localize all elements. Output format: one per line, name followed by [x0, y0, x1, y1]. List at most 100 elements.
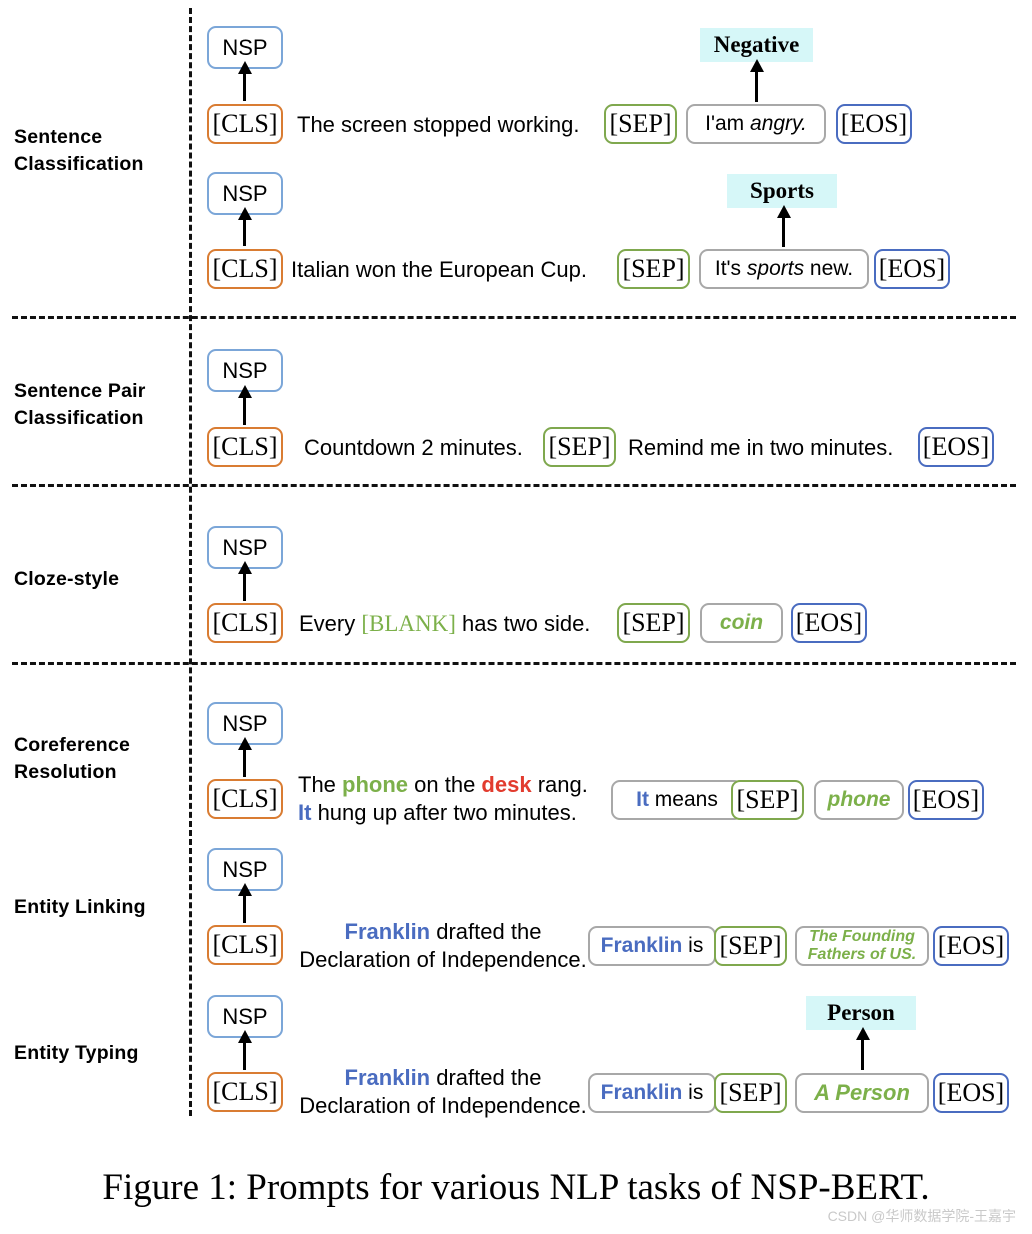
nsp-label: NSP — [222, 710, 268, 736]
premise-text: The screen stopped working. — [297, 112, 580, 137]
eos-label: [EOS] — [922, 432, 990, 462]
hypothesis-suffix: new. — [804, 256, 854, 280]
cls-box[interactable]: [CLS] — [207, 1072, 283, 1112]
premise-suffix: has two side. — [455, 611, 591, 636]
premise-line-2: Declaration of Independence. — [299, 947, 587, 972]
hypothesis-seg: is — [682, 1080, 704, 1104]
eos-box[interactable]: [EOS] — [874, 249, 950, 289]
hypothesis-text: I'am angry. — [705, 112, 807, 136]
premise-line-1: Franklin drafted the — [293, 1064, 593, 1092]
sep-box[interactable]: [SEP] — [714, 926, 787, 966]
sep-box[interactable]: [SEP] — [604, 104, 677, 144]
cls-box[interactable]: [CLS] — [207, 925, 283, 965]
task-label-line-1: Entity Typing — [14, 1042, 139, 1064]
hypothesis-text: It's sports new. — [715, 257, 853, 281]
premise-line-2: Declaration of Independence. — [299, 1093, 587, 1118]
section-divider-3 — [12, 662, 1016, 665]
eos-label: [EOS] — [937, 1078, 1005, 1108]
arrow-cls-to-nsp — [243, 72, 246, 101]
nsp-label: NSP — [222, 856, 268, 882]
sep-label: [SEP] — [609, 109, 672, 139]
sep-box[interactable]: [SEP] — [617, 603, 690, 643]
hypothesis-box[interactable]: Franklin is — [588, 1073, 716, 1113]
eos-box[interactable]: [EOS] — [918, 427, 994, 467]
hypothesis-text: Franklin is — [601, 934, 704, 958]
hypothesis-emphasis: angry. — [750, 111, 807, 135]
nsp-label: NSP — [222, 357, 268, 383]
premise-line-1: The phone on the desk rang. — [298, 771, 608, 799]
vertical-dashed-divider — [189, 8, 192, 1116]
eos-box[interactable]: [EOS] — [908, 780, 984, 820]
task-label-line-1: Cloze-style — [14, 568, 120, 590]
answer-box[interactable]: A Person — [795, 1073, 929, 1113]
sep-label: [SEP] — [719, 1078, 782, 1108]
premise-green-word: phone — [342, 772, 409, 797]
cls-box[interactable]: [CLS] — [207, 779, 283, 819]
task-label-line-2: Resolution — [14, 761, 117, 783]
premise-seg: hung up after two minutes. — [311, 800, 577, 825]
sep-label: [SEP] — [736, 785, 799, 815]
eos-box[interactable]: [EOS] — [933, 926, 1009, 966]
sep-box[interactable]: [SEP] — [714, 1073, 787, 1113]
hypothesis-box[interactable]: It means — [611, 780, 743, 820]
arrow-hypothesis-to-label — [782, 216, 785, 247]
cls-box[interactable]: [CLS] — [207, 249, 283, 289]
task-label-cloze-style: Cloze-style — [14, 566, 186, 593]
task-label-sentence-pair-classification: Sentence Pair Classification — [14, 378, 186, 432]
eos-box[interactable]: [EOS] — [791, 603, 867, 643]
answer-box[interactable]: phone — [814, 780, 904, 820]
hypothesis-seg: means — [648, 787, 718, 811]
sep-box[interactable]: [SEP] — [543, 427, 616, 467]
answer-text: A Person — [814, 1080, 910, 1106]
eos-label: [EOS] — [840, 109, 908, 139]
task-label-line-1: Coreference — [14, 734, 131, 756]
premise-line-2: It hung up after two minutes. — [298, 799, 608, 827]
premise-blue-word: Franklin — [344, 1065, 431, 1090]
nsp-label: NSP — [222, 1003, 268, 1029]
hypothesis-box[interactable]: Franklin is — [588, 926, 716, 966]
answer-label-chip: Sports — [727, 174, 837, 208]
premise-red-word: desk — [481, 772, 532, 797]
cls-box[interactable]: [CLS] — [207, 104, 283, 144]
arrow-cls-to-nsp — [243, 894, 246, 923]
sep-label: [SEP] — [622, 254, 685, 284]
hypothesis-prefix: It's — [714, 256, 747, 280]
premise-text: The phone on the desk rang. It hung up a… — [298, 771, 608, 827]
answer-label-chip: Negative — [700, 28, 813, 62]
cls-box[interactable]: [CLS] — [207, 427, 283, 467]
answer-label-chip: Person — [806, 996, 916, 1030]
hypothesis-box[interactable]: It's sports new. — [699, 249, 869, 289]
answer-box[interactable]: coin — [700, 603, 783, 643]
nsp-label: NSP — [222, 534, 268, 560]
answer-line-2: Fathers of US. — [807, 946, 917, 963]
sep-label: [SEP] — [719, 931, 782, 961]
sep-label: [SEP] — [622, 608, 685, 638]
hypothesis-text: Remind me in two minutes. — [628, 435, 894, 460]
sep-box[interactable]: [SEP] — [617, 249, 690, 289]
section-divider-2 — [12, 484, 1016, 487]
eos-box[interactable]: [EOS] — [836, 104, 912, 144]
answer-label-text: Sports — [750, 178, 814, 203]
hypothesis-blue-word: Franklin — [600, 933, 683, 957]
answer-text: coin — [719, 610, 764, 634]
hypothesis-emphasis: sports — [746, 256, 805, 280]
eos-box[interactable]: [EOS] — [933, 1073, 1009, 1113]
cls-label: [CLS] — [212, 109, 278, 139]
answer-line-1: The Founding — [809, 928, 915, 945]
cls-box[interactable]: [CLS] — [207, 603, 283, 643]
eos-label: [EOS] — [937, 931, 1005, 961]
premise-text: Franklin drafted the Declaration of Inde… — [293, 918, 593, 974]
task-label-entity-linking: Entity Linking — [14, 894, 186, 921]
premise-blue-word: Franklin — [344, 919, 431, 944]
premise-line-1: Franklin drafted the — [293, 918, 593, 946]
arrow-cls-to-nsp — [243, 396, 246, 425]
task-label-entity-typing: Entity Typing — [14, 1040, 186, 1067]
answer-box[interactable]: The Founding Fathers of US. — [795, 926, 929, 966]
sep-box[interactable]: [SEP] — [731, 780, 804, 820]
arrow-cls-to-nsp — [243, 572, 246, 601]
cls-label: [CLS] — [212, 254, 278, 284]
hypothesis-box[interactable]: I'am angry. — [686, 104, 826, 144]
hypothesis-text: It means — [636, 788, 718, 812]
hypothesis-text: Franklin is — [601, 1081, 704, 1105]
arrow-cls-to-nsp — [243, 1041, 246, 1070]
